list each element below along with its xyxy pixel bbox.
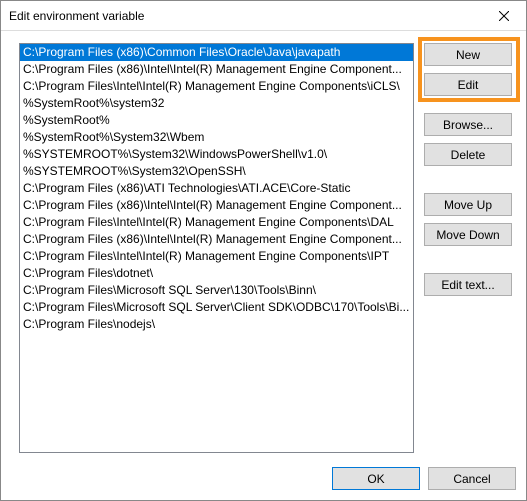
dialog-footer: OK Cancel bbox=[19, 455, 516, 490]
list-item[interactable]: C:\Program Files (x86)\Intel\Intel(R) Ma… bbox=[20, 61, 413, 78]
list-item[interactable]: %SystemRoot%\system32 bbox=[20, 95, 413, 112]
dialog-window: Edit environment variable C:\Program Fil… bbox=[0, 0, 527, 501]
browse-button[interactable]: Browse... bbox=[424, 113, 512, 136]
list-item[interactable]: C:\Program Files (x86)\Common Files\Orac… bbox=[20, 44, 413, 61]
path-listbox[interactable]: C:\Program Files (x86)\Common Files\Orac… bbox=[19, 43, 414, 453]
ok-button[interactable]: OK bbox=[332, 467, 420, 490]
new-button[interactable]: New bbox=[424, 43, 512, 66]
list-item[interactable]: C:\Program Files\Intel\Intel(R) Manageme… bbox=[20, 248, 413, 265]
list-item[interactable]: C:\Program Files\dotnet\ bbox=[20, 265, 413, 282]
titlebar: Edit environment variable bbox=[1, 1, 526, 31]
list-item[interactable]: %SystemRoot% bbox=[20, 112, 413, 129]
list-item[interactable]: C:\Program Files\Intel\Intel(R) Manageme… bbox=[20, 214, 413, 231]
edit-text-button[interactable]: Edit text... bbox=[424, 273, 512, 296]
list-item[interactable]: %SystemRoot%\System32\Wbem bbox=[20, 129, 413, 146]
list-item[interactable]: %SYSTEMROOT%\System32\WindowsPowerShell\… bbox=[20, 146, 413, 163]
close-icon bbox=[499, 11, 509, 21]
delete-button[interactable]: Delete bbox=[424, 143, 512, 166]
window-title: Edit environment variable bbox=[9, 9, 481, 23]
list-item[interactable]: C:\Program Files\Microsoft SQL Server\Cl… bbox=[20, 299, 413, 316]
edit-button[interactable]: Edit bbox=[424, 73, 512, 96]
cancel-button[interactable]: Cancel bbox=[428, 467, 516, 490]
list-item[interactable]: C:\Program Files (x86)\Intel\Intel(R) Ma… bbox=[20, 197, 413, 214]
move-down-button[interactable]: Move Down bbox=[424, 223, 512, 246]
list-item[interactable]: C:\Program Files\nodejs\ bbox=[20, 316, 413, 333]
dialog-content: C:\Program Files (x86)\Common Files\Orac… bbox=[1, 31, 526, 500]
list-item[interactable]: C:\Program Files (x86)\Intel\Intel(R) Ma… bbox=[20, 231, 413, 248]
side-buttons: New Edit Browse... Delete Move Up Move D… bbox=[424, 43, 516, 455]
list-item[interactable]: C:\Program Files\Intel\Intel(R) Manageme… bbox=[20, 78, 413, 95]
move-up-button[interactable]: Move Up bbox=[424, 193, 512, 216]
main-row: C:\Program Files (x86)\Common Files\Orac… bbox=[19, 43, 516, 455]
list-item[interactable]: C:\Program Files (x86)\ATI Technologies\… bbox=[20, 180, 413, 197]
list-item[interactable]: C:\Program Files\Microsoft SQL Server\13… bbox=[20, 282, 413, 299]
close-button[interactable] bbox=[481, 1, 526, 30]
list-item[interactable]: %SYSTEMROOT%\System32\OpenSSH\ bbox=[20, 163, 413, 180]
